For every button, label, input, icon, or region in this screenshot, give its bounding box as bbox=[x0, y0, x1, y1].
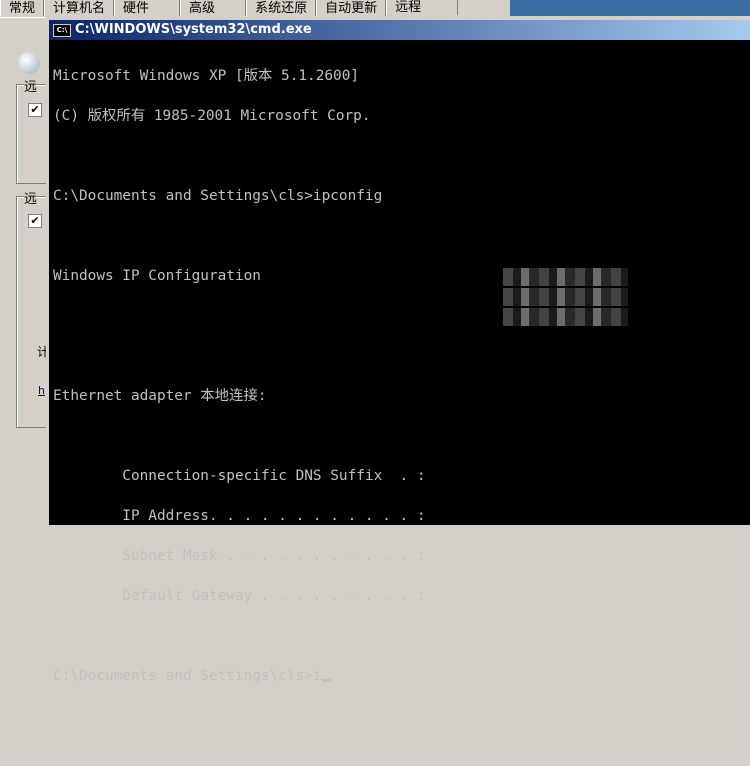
redacted-ip-address bbox=[503, 268, 628, 286]
group-label: 远 bbox=[24, 188, 38, 207]
console-line: Subnet Mask . . . . . . . . . . . : bbox=[53, 548, 426, 564]
property-tabs: 常规 计算机名 硬件 高级 系统还原 自动更新 远程 bbox=[0, 0, 459, 17]
redacted-subnet-mask bbox=[503, 288, 628, 306]
cursor bbox=[321, 679, 331, 682]
remote-desktop-checkbox[interactable]: ✔ bbox=[28, 214, 42, 228]
console-line: Ethernet adapter 本地连接: bbox=[53, 388, 267, 404]
cmd-icon: C:\ bbox=[53, 23, 71, 37]
tab-advanced[interactable]: 高级 bbox=[180, 0, 247, 16]
console-line: IP Address. . . . . . . . . . . . : bbox=[53, 508, 426, 524]
tab-remote[interactable]: 远程 bbox=[386, 0, 459, 15]
tab-general[interactable]: 常规 bbox=[0, 0, 45, 16]
tab-computer-name[interactable]: 计算机名 bbox=[44, 0, 115, 16]
cmd-window[interactable]: C:\ C:\WINDOWS\system32\cmd.exe Microsof… bbox=[46, 20, 750, 684]
tab-system-restore[interactable]: 系统还原 bbox=[246, 0, 317, 16]
help-link[interactable]: h bbox=[38, 384, 45, 397]
remote-panel: 远 ✔ 远 ✔ 计 h bbox=[0, 17, 57, 526]
console-line: Default Gateway . . . . . . . . . : bbox=[53, 588, 426, 604]
console-line: (C) 版权所有 1985-2001 Microsoft Corp. bbox=[53, 108, 371, 124]
console-prompt-line: C:\Documents and Settings\cls>i bbox=[53, 668, 322, 684]
console-line: Connection-specific DNS Suffix . : bbox=[53, 468, 426, 484]
remote-computer-icon bbox=[18, 52, 40, 74]
group-label: 远 bbox=[24, 76, 38, 95]
console-line: Windows IP Configuration bbox=[53, 268, 261, 284]
desktop-background bbox=[510, 0, 750, 16]
tab-auto-update[interactable]: 自动更新 bbox=[316, 0, 387, 16]
redacted-gateway bbox=[503, 308, 628, 326]
console-output[interactable]: Microsoft Windows XP [版本 5.1.2600] (C) 版… bbox=[53, 46, 628, 766]
console-line: C:\Documents and Settings\cls>ipconfig bbox=[53, 188, 383, 204]
tab-hardware[interactable]: 硬件 bbox=[114, 0, 181, 16]
remote-assistance-checkbox[interactable]: ✔ bbox=[28, 103, 42, 117]
cmd-title-bar[interactable]: C:\ C:\WINDOWS\system32\cmd.exe bbox=[49, 20, 750, 40]
console-line: Microsoft Windows XP [版本 5.1.2600] bbox=[53, 68, 360, 84]
window-title: C:\WINDOWS\system32\cmd.exe bbox=[75, 22, 312, 37]
